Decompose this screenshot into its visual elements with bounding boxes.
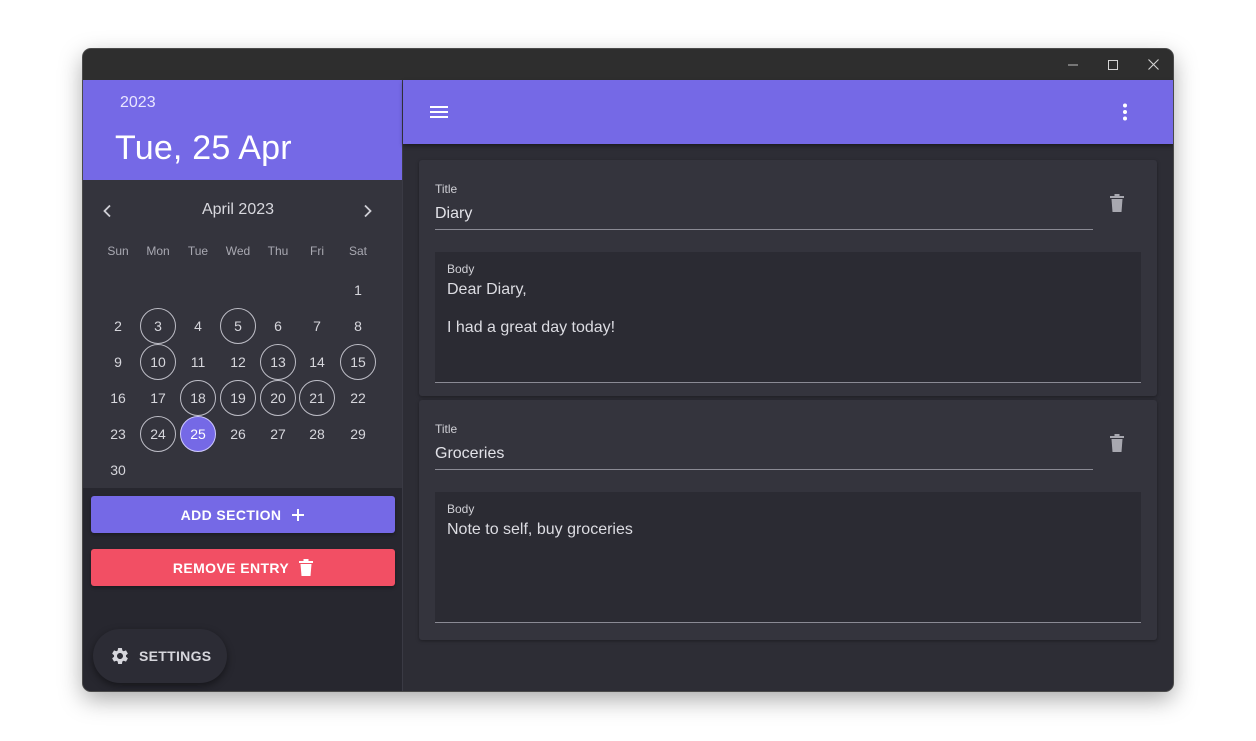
year-label[interactable]: 2023: [120, 94, 156, 112]
calendar-day[interactable]: 18: [180, 380, 216, 416]
minimize-button[interactable]: [1053, 49, 1093, 80]
body-paragraph: Dear Diary,: [447, 281, 527, 298]
calendar-day[interactable]: 11: [180, 344, 216, 380]
calendar-day[interactable]: 19: [220, 380, 256, 416]
weekday-header: Tue: [187, 244, 209, 258]
plus-icon: [292, 508, 305, 521]
calendar-day[interactable]: 7: [299, 308, 335, 344]
weekday-header: Mon: [146, 244, 170, 258]
calendar-day[interactable]: 13: [260, 344, 296, 380]
weekday-header: Sat: [348, 244, 367, 258]
add-section-button[interactable]: ADD SECTION: [91, 496, 395, 533]
calendar-day[interactable]: 15: [340, 344, 376, 380]
title-input[interactable]: Diary: [435, 205, 472, 223]
title-bar: [83, 49, 1173, 80]
body-label: Body: [447, 262, 475, 276]
calendar-day[interactable]: 20: [260, 380, 296, 416]
close-button[interactable]: [1133, 49, 1173, 80]
body-text: Dear Diary, I had a great day today!: [447, 280, 615, 356]
weekday-header: Thu: [267, 244, 289, 258]
app-bar: [403, 80, 1173, 144]
calendar-day[interactable]: 27: [260, 416, 296, 452]
calendar-day[interactable]: 24: [140, 416, 176, 452]
calendar-day[interactable]: 23: [100, 416, 136, 452]
calendar-day[interactable]: 22: [340, 380, 376, 416]
title-input[interactable]: Groceries: [435, 445, 504, 463]
calendar-day[interactable]: 26: [220, 416, 256, 452]
hamburger-menu-icon: [430, 106, 448, 118]
main-content: Title Diary Body Dear Diary, I had a gre…: [403, 80, 1173, 691]
calendar-day[interactable]: 10: [140, 344, 176, 380]
calendar-day[interactable]: 16: [100, 380, 136, 416]
calendar-day[interactable]: 4: [180, 308, 216, 344]
gear-icon: [112, 648, 128, 664]
more-options-button[interactable]: [1109, 96, 1141, 128]
remove-entry-button[interactable]: REMOVE ENTRY: [91, 549, 395, 586]
section-card: Title Diary Body Dear Diary, I had a gre…: [419, 160, 1157, 396]
body-textarea[interactable]: Body Note to self, buy groceries: [435, 492, 1141, 623]
close-icon: [1147, 59, 1159, 70]
title-label: Title: [435, 182, 458, 196]
calendar-day[interactable]: 28: [299, 416, 335, 452]
month-label[interactable]: April 2023: [83, 201, 393, 219]
trash-icon: [299, 559, 314, 576]
maximize-button[interactable]: [1093, 49, 1133, 80]
menu-button[interactable]: [423, 96, 455, 128]
settings-label: SETTINGS: [139, 648, 212, 664]
body-label: Body: [447, 502, 475, 516]
calendar-day[interactable]: 8: [340, 308, 376, 344]
sidebar: 2023 Tue, 25 Apr April 2023 Sun Mon Tue Wed…: [83, 80, 403, 691]
remove-entry-label: REMOVE ENTRY: [172, 559, 290, 576]
settings-button[interactable]: SETTINGS: [93, 629, 227, 683]
app-window: 2023 Tue, 25 Apr April 2023 Sun Mon Tue Wed…: [83, 49, 1173, 691]
delete-section-button[interactable]: [1103, 189, 1131, 217]
body-paragraph: Note to self, buy groceries: [447, 521, 633, 538]
title-underline: [435, 229, 1093, 230]
calendar-day[interactable]: 29: [340, 416, 376, 452]
date-header: 2023 Tue, 25 Apr: [83, 80, 403, 180]
calendar-day[interactable]: 5: [220, 308, 256, 344]
calendar-day[interactable]: 21: [299, 380, 335, 416]
add-section-label: ADD SECTION: [180, 506, 282, 523]
title-label: Title: [435, 422, 458, 436]
body-text: Note to self, buy groceries: [447, 520, 633, 558]
calendar-day[interactable]: 14: [299, 344, 335, 380]
next-month-button[interactable]: [353, 197, 381, 225]
calendar: April 2023 Sun Mon Tue Wed Thu Fri Sat 1 2 3 4 5 6 7 8…: [83, 180, 403, 488]
calendar-day[interactable]: 6: [260, 308, 296, 344]
calendar-day[interactable]: 12: [220, 344, 256, 380]
maximize-icon: [1108, 59, 1118, 70]
more-vertical-icon: [1123, 103, 1127, 121]
calendar-day[interactable]: 17: [140, 380, 176, 416]
calendar-day-selected[interactable]: 25: [180, 416, 216, 452]
delete-section-button[interactable]: [1103, 429, 1131, 457]
body-textarea[interactable]: Body Dear Diary, I had a great day today…: [435, 252, 1141, 383]
selected-date-label: Tue, 25 Apr: [115, 129, 292, 167]
calendar-day[interactable]: 30: [100, 452, 136, 488]
calendar-day[interactable]: 3: [140, 308, 176, 344]
trash-icon: [1110, 434, 1124, 452]
calendar-day[interactable]: 9: [100, 344, 136, 380]
calendar-day[interactable]: 2: [100, 308, 136, 344]
calendar-day[interactable]: 1: [340, 272, 376, 308]
weekday-header: Wed: [225, 244, 251, 258]
weekday-header: Fri: [310, 244, 324, 258]
body-paragraph: I had a great day today!: [447, 319, 616, 336]
title-underline: [435, 469, 1093, 470]
section-card: Title Groceries Body Note to self, buy g…: [419, 400, 1157, 640]
minimize-icon: [1068, 64, 1078, 65]
trash-icon: [1110, 194, 1124, 212]
chevron-right-icon: [364, 204, 372, 218]
weekday-header: Sun: [107, 244, 129, 258]
